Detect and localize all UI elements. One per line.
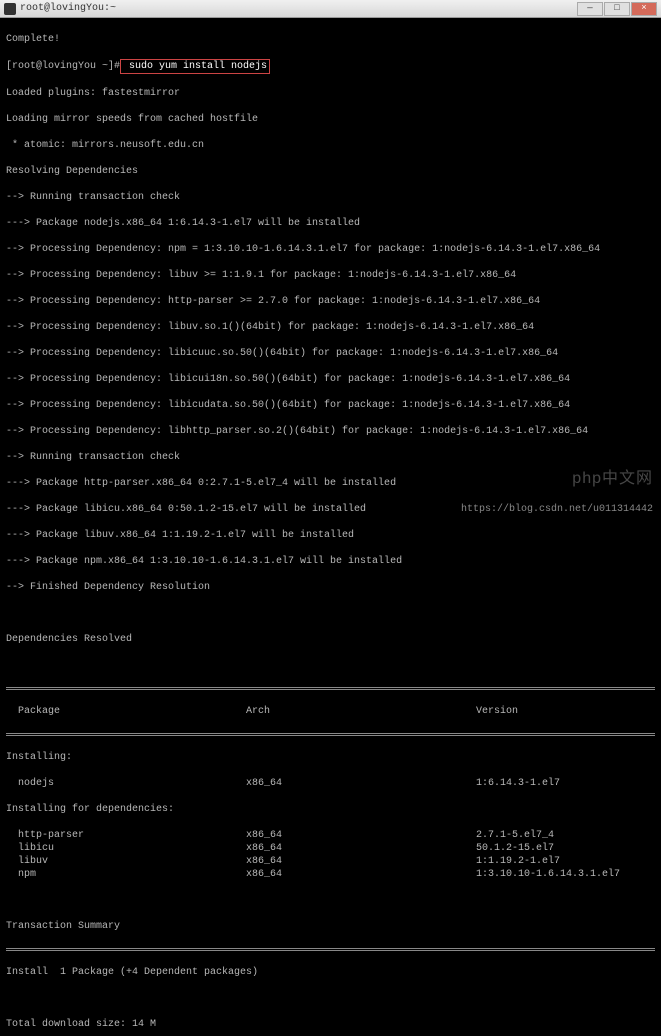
pkg-arch: x86_64 [246, 777, 476, 790]
output-line: * atomic: mirrors.neusoft.edu.cn [6, 139, 655, 152]
maximize-button[interactable]: □ [604, 2, 630, 16]
output-line: Complete! [6, 33, 655, 46]
pkg-version: 2.7.1-5.el7_4 [476, 829, 655, 842]
download-size: Total download size: 14 M [6, 1018, 655, 1031]
table-header: Package Arch Version [6, 705, 655, 718]
output-line: Dependencies Resolved [6, 633, 655, 646]
blank-line [6, 607, 655, 620]
col-package: Package [6, 705, 246, 718]
divider [6, 687, 655, 690]
output-line: --> Processing Dependency: libicuuc.so.5… [6, 347, 655, 360]
close-button[interactable]: × [631, 2, 657, 16]
output-line: --> Processing Dependency: libicudata.so… [6, 399, 655, 412]
output-line: ---> Package npm.x86_64 1:3.10.10-1.6.14… [6, 555, 655, 568]
output-line: --> Processing Dependency: libuv >= 1:1.… [6, 269, 655, 282]
output-line: --> Finished Dependency Resolution [6, 581, 655, 594]
pkg-name: libuv [6, 855, 246, 868]
prompt-line: [root@lovingYou ~]# sudo yum install nod… [6, 59, 655, 74]
section-installing: Installing: [6, 751, 655, 764]
prompt: [root@lovingYou ~]# [6, 61, 120, 72]
output-line: ---> Package libuv.x86_64 1:1.19.2-1.el7… [6, 529, 655, 542]
output-line: --> Running transaction check [6, 451, 655, 464]
divider [6, 948, 655, 951]
pkg-name: nodejs [6, 777, 246, 790]
watermark: php中文网 [572, 469, 653, 490]
pkg-name: libicu [6, 842, 246, 855]
install-summary: Install 1 Package (+4 Dependent packages… [6, 966, 655, 979]
divider [6, 733, 655, 736]
minimize-button[interactable]: — [577, 2, 603, 16]
pkg-version: 1:1.19.2-1.el7 [476, 855, 655, 868]
tx-summary: Transaction Summary [6, 920, 655, 933]
output-line: ---> Package nodejs.x86_64 1:6.14.3-1.el… [6, 217, 655, 230]
pkg-version: 50.1.2-15.el7 [476, 842, 655, 855]
blank-line [6, 992, 655, 1005]
table-row: libuvx86_641:1.19.2-1.el7 [6, 855, 655, 868]
pkg-arch: x86_64 [246, 842, 476, 855]
output-line: --> Processing Dependency: libicui18n.so… [6, 373, 655, 386]
pkg-version: 1:6.14.3-1.el7 [476, 777, 655, 790]
output-line: --> Processing Dependency: libuv.so.1()(… [6, 321, 655, 334]
output-line: ---> Package http-parser.x86_64 0:2.7.1-… [6, 477, 655, 490]
pkg-arch: x86_64 [246, 829, 476, 842]
window-titlebar: root@lovingYou:~ — □ × [0, 0, 661, 18]
output-line: --> Processing Dependency: http-parser >… [6, 295, 655, 308]
pkg-name: npm [6, 868, 246, 881]
window-controls: — □ × [577, 2, 657, 16]
output-line: Resolving Dependencies [6, 165, 655, 178]
table-row: http-parserx86_642.7.1-5.el7_4 [6, 829, 655, 842]
output-line: Loading mirror speeds from cached hostfi… [6, 113, 655, 126]
blank-line [6, 894, 655, 907]
table-row: libicux86_6450.1.2-15.el7 [6, 842, 655, 855]
output-line: Loaded plugins: fastestmirror [6, 87, 655, 100]
footer-url: https://blog.csdn.net/u011314442 [461, 503, 653, 516]
section-installing-deps: Installing for dependencies: [6, 803, 655, 816]
window-title: root@lovingYou:~ [20, 2, 116, 15]
output-line: --> Processing Dependency: npm = 1:3.10.… [6, 243, 655, 256]
pkg-version: 1:3.10.10-1.6.14.3.1.el7 [476, 868, 655, 881]
pkg-arch: x86_64 [246, 868, 476, 881]
pkg-name: http-parser [6, 829, 246, 842]
command-highlight: sudo yum install nodejs [120, 59, 270, 74]
output-line: --> Processing Dependency: libhttp_parse… [6, 425, 655, 438]
output-line: --> Running transaction check [6, 191, 655, 204]
pkg-arch: x86_64 [246, 855, 476, 868]
terminal[interactable]: Complete! [root@lovingYou ~]# sudo yum i… [0, 18, 661, 1036]
table-row: nodejsx86_641:6.14.3-1.el7 [6, 777, 655, 790]
table-row: npmx86_641:3.10.10-1.6.14.3.1.el7 [6, 868, 655, 881]
col-version: Version [476, 705, 655, 718]
app-icon [4, 3, 16, 15]
col-arch: Arch [246, 705, 476, 718]
blank-line [6, 659, 655, 672]
